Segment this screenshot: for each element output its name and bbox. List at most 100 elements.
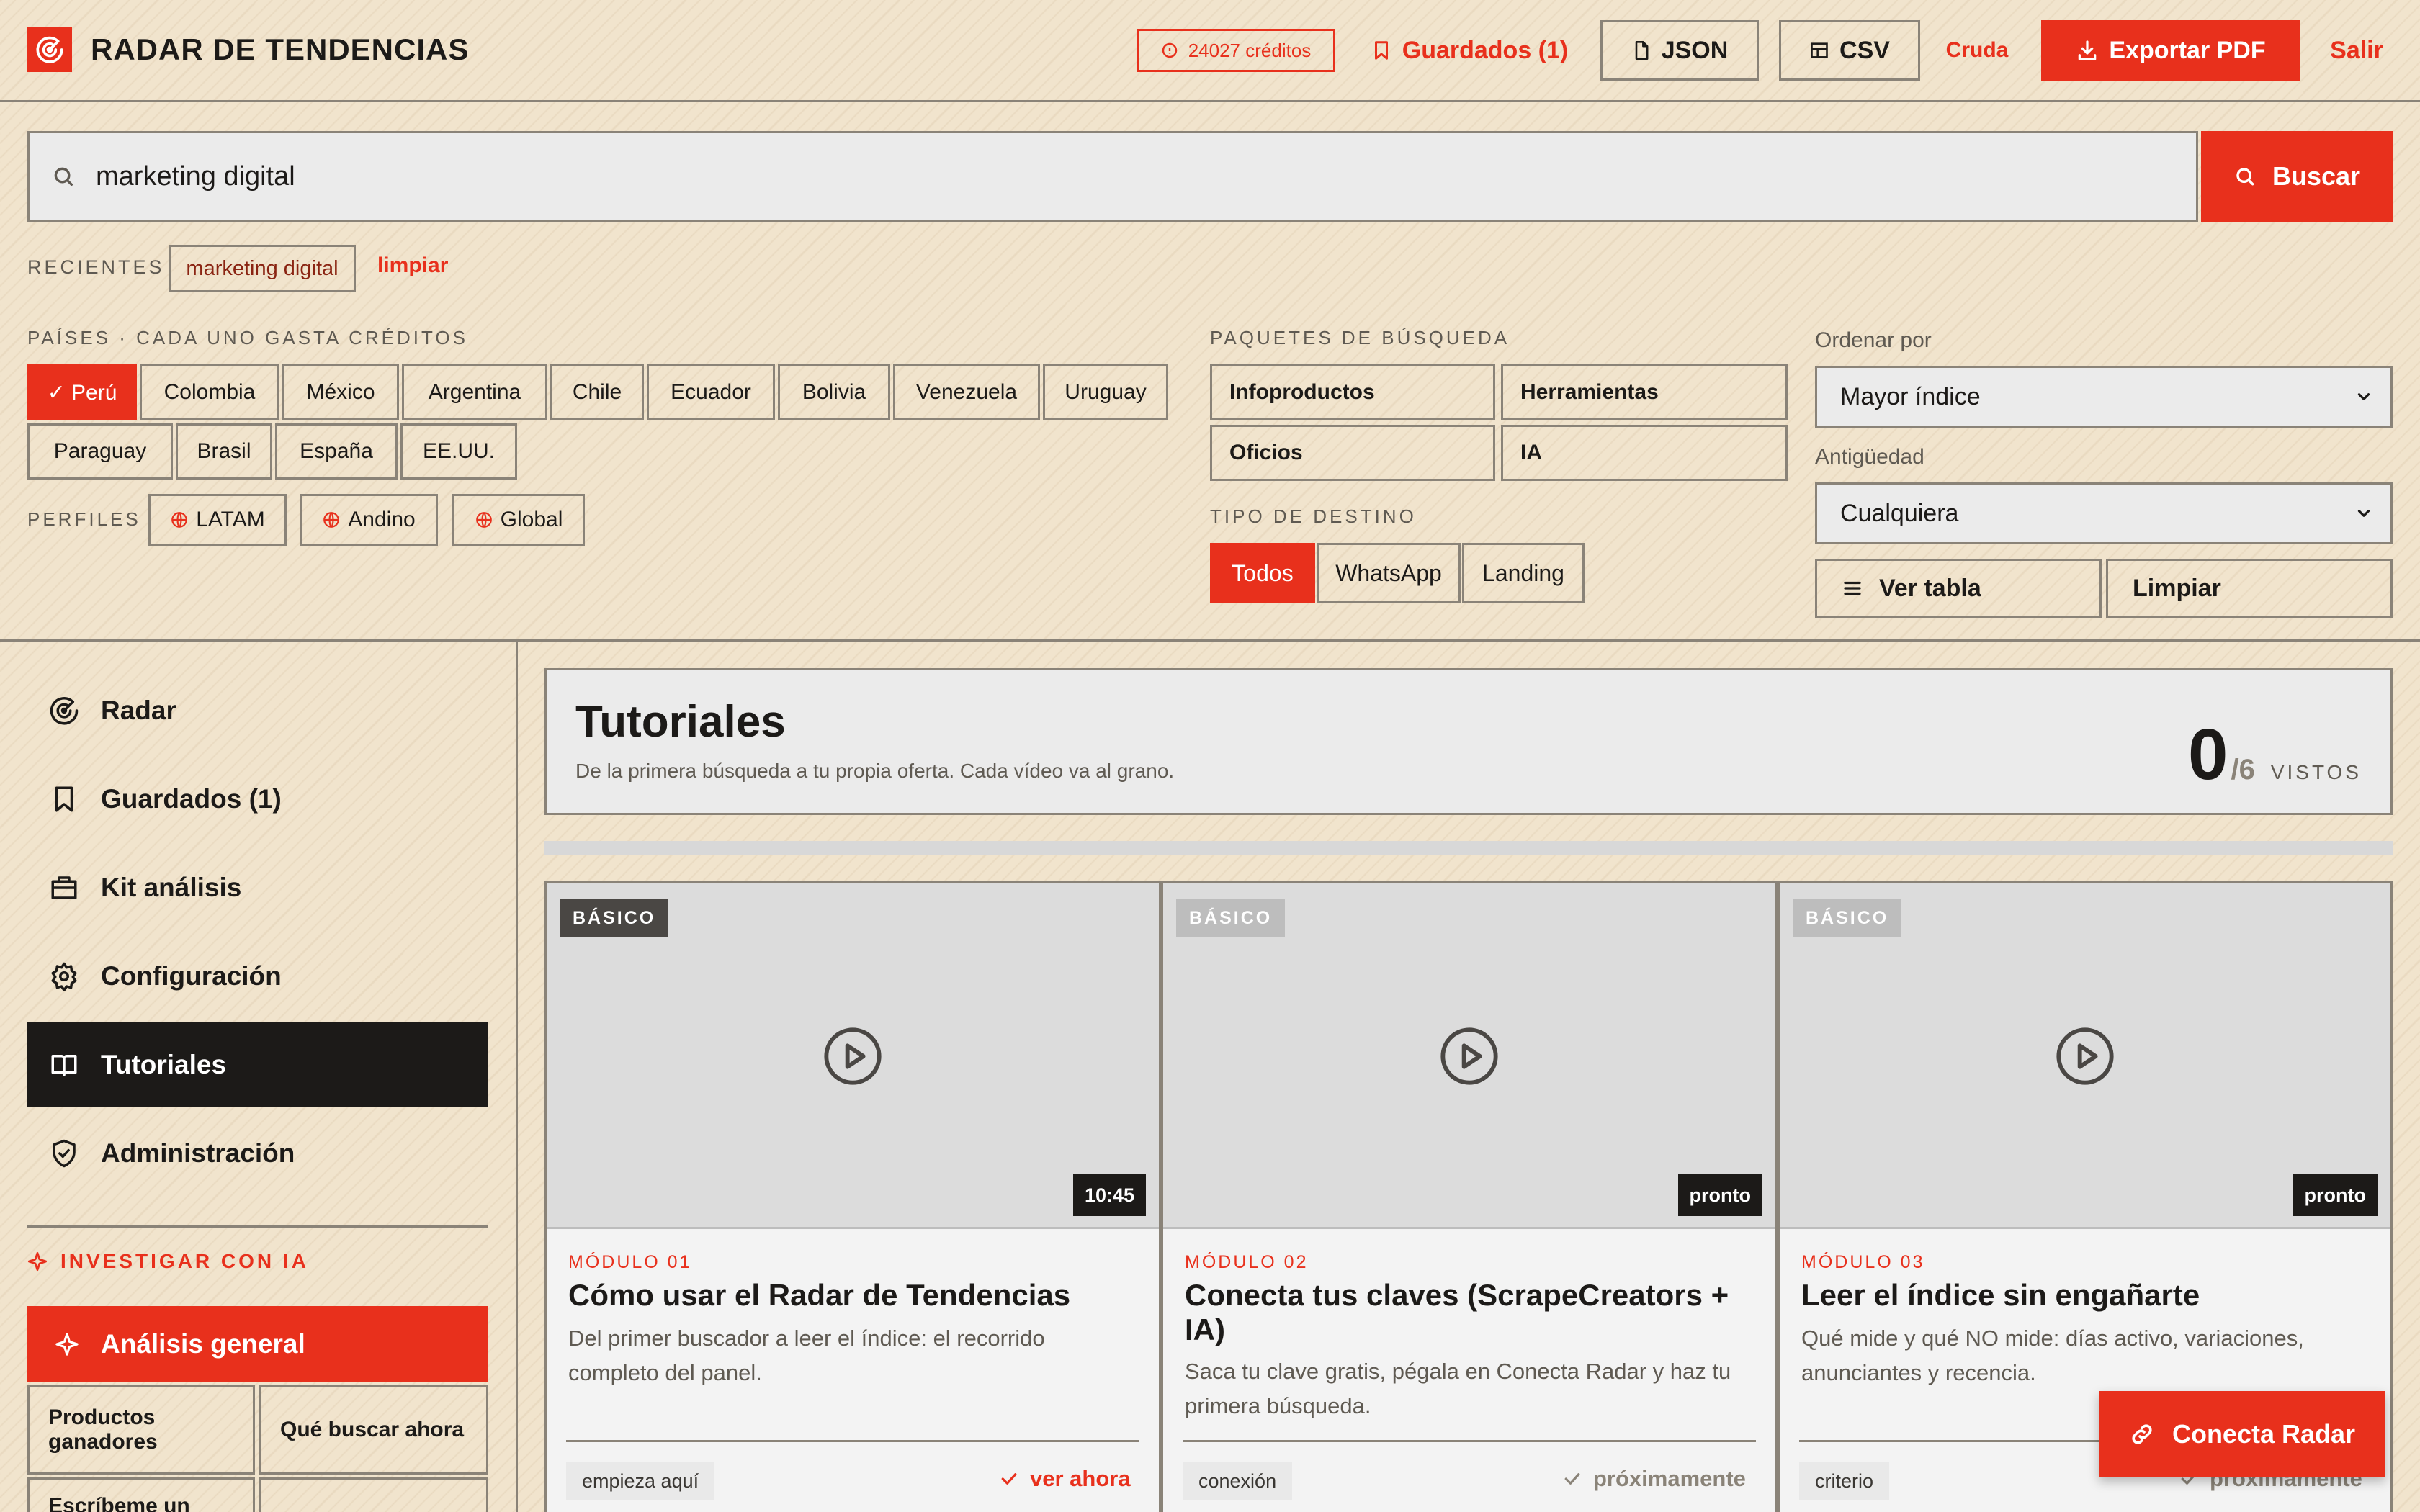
json-export-button[interactable]: JSON	[1600, 20, 1759, 81]
country-chip-brasil[interactable]: Brasil	[176, 423, 272, 480]
country-chip-argentina[interactable]: Argentina	[402, 364, 547, 420]
profile-chip-andino[interactable]: Andino	[300, 494, 438, 546]
age-label: Antigüedad	[1815, 445, 1924, 469]
recent-search-chip[interactable]: marketing digital	[169, 245, 356, 292]
search-input[interactable]	[96, 161, 2112, 192]
check-icon	[1564, 1473, 1580, 1485]
country-chip-uruguay[interactable]: Uruguay	[1043, 364, 1168, 420]
module-label: MÓDULO 01	[568, 1252, 692, 1272]
profile-chip-global[interactable]: Global	[452, 494, 585, 546]
chevron-down-icon	[2357, 393, 2370, 400]
credits-badge: 24027 créditos	[1137, 29, 1335, 72]
logout-button[interactable]: Salir	[2319, 20, 2394, 81]
bookmark-icon	[55, 786, 73, 812]
country-chip-paraguay[interactable]: Paraguay	[27, 423, 173, 480]
video-thumbnail[interactable]: BÁSICO 10:45	[547, 883, 1159, 1229]
ia-write-me-button[interactable]: Escríbeme un	[27, 1477, 255, 1512]
coming-soon-label: próximamente	[1561, 1466, 1746, 1492]
tutorial-card-1[interactable]: BÁSICO 10:45 MÓDULO 01 Cómo usar el Rada…	[544, 881, 1161, 1512]
sidebar-item-tutorials[interactable]: Tutoriales	[27, 1022, 488, 1107]
credits-text: 24027 créditos	[1188, 39, 1312, 61]
card-title: Conecta tus claves (ScrapeCreators + IA)	[1185, 1278, 1729, 1346]
clear-filters-button[interactable]: Limpiar	[2106, 559, 2393, 618]
country-chip-peru[interactable]: ✓ Perú	[27, 364, 137, 420]
check-icon	[1001, 1473, 1017, 1485]
destination-landing[interactable]: Landing	[1462, 543, 1585, 603]
watched-counter: 0 /6 VISTOS	[2187, 714, 2362, 795]
card-tag: conexión	[1183, 1462, 1293, 1500]
file-icon	[1635, 41, 1649, 60]
chevron-down-icon	[2357, 510, 2370, 517]
module-label: MÓDULO 03	[1801, 1252, 1925, 1272]
search-icon	[54, 167, 73, 186]
sidebar-item-radar[interactable]: Radar	[27, 668, 488, 753]
csv-export-button[interactable]: CSV	[1779, 20, 1920, 81]
package-ia[interactable]: IA	[1501, 425, 1788, 481]
sidebar-item-settings[interactable]: Configuración	[27, 934, 488, 1019]
page-subtitle: De la primera búsqueda a tu propia ofert…	[575, 760, 1175, 782]
country-chip-venezuela[interactable]: Venezuela	[893, 364, 1040, 420]
tutorial-card-2[interactable]: BÁSICO pronto MÓDULO 02 Conecta tus clav…	[1161, 881, 1778, 1512]
module-label: MÓDULO 02	[1185, 1252, 1309, 1272]
saved-button[interactable]: Guardados (1)	[1361, 20, 1577, 81]
sidebar-item-admin[interactable]: Administración	[27, 1111, 488, 1196]
country-chip-chile[interactable]: Chile	[550, 364, 644, 420]
video-thumbnail[interactable]: BÁSICO pronto	[1163, 883, 1775, 1229]
briefcase-icon	[51, 876, 77, 899]
bookmark-icon	[1374, 41, 1388, 60]
age-select[interactable]: Cualquiera	[1815, 482, 2393, 544]
raw-data-button[interactable]: Cruda	[1937, 20, 2017, 81]
country-chip-espana[interactable]: España	[275, 423, 398, 480]
sparkle-icon	[27, 1251, 48, 1272]
package-oficios[interactable]: Oficios	[1210, 425, 1495, 481]
level-badge: BÁSICO	[1176, 899, 1286, 937]
sidebar-divider	[516, 642, 518, 1512]
package-herramientas[interactable]: Herramientas	[1501, 364, 1788, 420]
ia-section-label: INVESTIGAR CON IA	[27, 1250, 309, 1273]
ia-winning-products-button[interactable]: Productos ganadores	[27, 1385, 255, 1475]
globe-icon	[475, 512, 492, 528]
level-badge: BÁSICO	[560, 899, 669, 937]
book-icon	[51, 1055, 77, 1076]
countries-label: PAÍSES · CADA UNO GASTA CRÉDITOS	[27, 327, 468, 348]
country-chip-usa[interactable]: EE.UU.	[400, 423, 517, 480]
card-title: Cómo usar el Radar de Tendencias	[568, 1278, 1071, 1312]
sort-select[interactable]: Mayor índice	[1815, 366, 2393, 428]
sort-label: Ordenar por	[1815, 328, 1932, 352]
sidebar-item-kit[interactable]: Kit análisis	[27, 845, 488, 930]
table-icon	[1811, 42, 1828, 58]
search-box	[27, 131, 2198, 222]
radar-logo-icon[interactable]	[27, 27, 72, 72]
card-divider	[566, 1440, 1139, 1442]
globe-icon	[323, 512, 340, 528]
profile-chip-latam[interactable]: LATAM	[148, 494, 287, 546]
tutorials-header: Tutoriales De la primera búsqueda a tu p…	[544, 668, 2393, 815]
ia-general-analysis-button[interactable]: Análisis general	[27, 1306, 488, 1382]
ia-extra-button[interactable]	[259, 1477, 488, 1512]
watch-now-link[interactable]: ver ahora	[998, 1466, 1131, 1492]
packages-label: PAQUETES DE BÚSQUEDA	[1210, 327, 1510, 348]
package-infoproductos[interactable]: Infoproductos	[1210, 364, 1495, 420]
page-title: Tutoriales	[575, 697, 786, 747]
download-icon	[2079, 40, 2097, 60]
destination-whatsapp[interactable]: WhatsApp	[1317, 543, 1461, 603]
country-chip-mexico[interactable]: México	[282, 364, 399, 420]
play-icon[interactable]	[2053, 1025, 2117, 1088]
destination-todos[interactable]: Todos	[1210, 543, 1315, 603]
profiles-label: PERFILES	[27, 508, 141, 530]
ia-what-to-search-button[interactable]: Qué buscar ahora	[259, 1385, 488, 1475]
view-table-button[interactable]: Ver tabla	[1815, 559, 2102, 618]
country-chip-bolivia[interactable]: Bolivia	[778, 364, 890, 420]
clear-recent-button[interactable]: limpiar	[377, 253, 448, 278]
filters-divider	[0, 639, 2420, 642]
video-thumbnail[interactable]: BÁSICO pronto	[1780, 883, 2390, 1229]
export-pdf-button[interactable]: Exportar PDF	[2041, 20, 2300, 81]
play-icon[interactable]	[1438, 1025, 1501, 1088]
country-chip-ecuador[interactable]: Ecuador	[647, 364, 775, 420]
connect-radar-button[interactable]: Conecta Radar	[2099, 1391, 2385, 1477]
search-button[interactable]: Buscar	[2201, 131, 2393, 222]
play-icon[interactable]	[821, 1025, 884, 1088]
menu-icon	[1844, 581, 1861, 595]
sidebar-item-saved[interactable]: Guardados (1)	[27, 757, 488, 842]
country-chip-colombia[interactable]: Colombia	[140, 364, 279, 420]
